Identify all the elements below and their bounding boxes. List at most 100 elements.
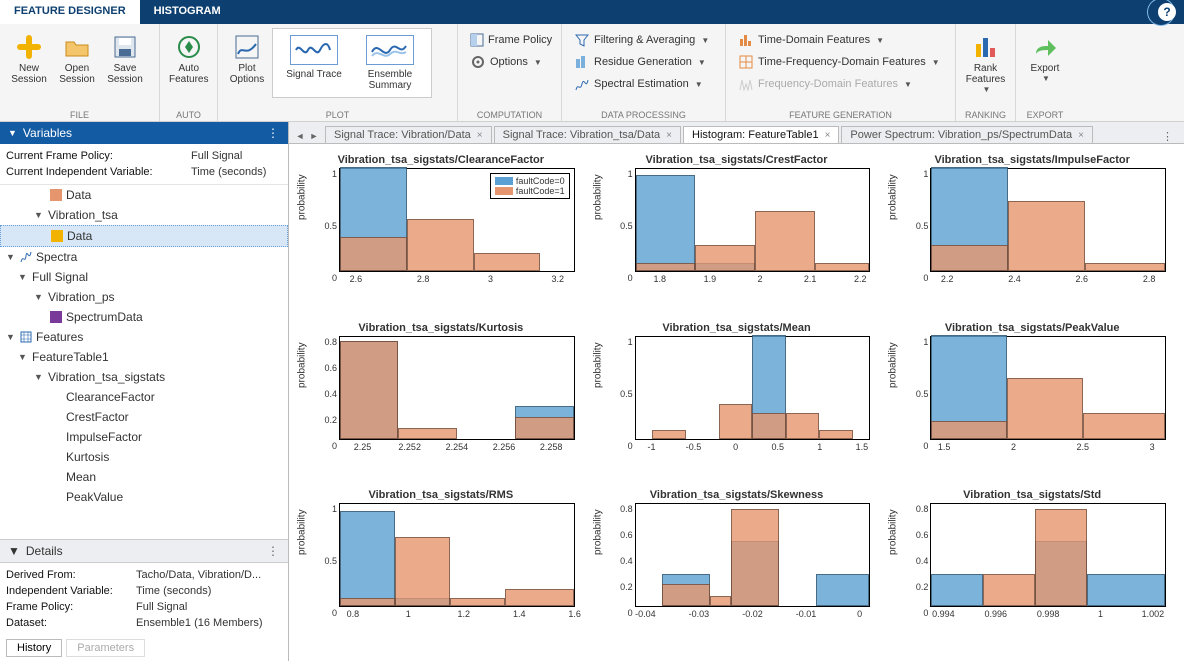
tab-next[interactable]: ►	[307, 129, 321, 143]
frame-icon	[470, 32, 484, 48]
tree-item[interactable]: ▼Full Signal	[0, 267, 288, 287]
tf-icon	[738, 54, 754, 70]
tree-item[interactable]: Kurtosis	[0, 447, 288, 467]
variables-tree[interactable]: Data ▼Vibration_tsa Data ▼Spectra ▼Full …	[0, 185, 288, 539]
rank-icon	[972, 33, 1000, 61]
tree-item[interactable]: ▼Vibration_tsa_sigstats	[0, 367, 288, 387]
tree-item[interactable]: ▼Vibration_tsa	[0, 205, 288, 225]
chevron-down-icon: ▼	[701, 36, 709, 45]
chevron-down-icon: ▼	[876, 36, 884, 45]
group-title: FILE	[0, 110, 159, 120]
close-icon[interactable]: ×	[477, 130, 483, 141]
plot-title: Vibration_tsa_sigstats/ImpulseFactor	[894, 154, 1170, 166]
close-icon[interactable]: ×	[1078, 130, 1084, 141]
signal-trace-icon	[290, 35, 338, 65]
panel-menu[interactable]: ⋮	[267, 126, 280, 140]
y-axis-label: probability	[592, 342, 603, 388]
ribbon: New Session Open Session Save Session FI…	[0, 24, 1184, 122]
axes	[339, 336, 575, 440]
details-content: Derived From:Tacho/Data, Vibration/D... …	[0, 563, 288, 635]
bar	[407, 219, 474, 271]
chevron-down-icon: ▼	[698, 58, 706, 67]
tree-item[interactable]: CrestFactor	[0, 407, 288, 427]
bar	[340, 511, 395, 607]
history-button[interactable]: History	[6, 639, 62, 657]
auto-features-button[interactable]: Auto Features	[166, 28, 211, 90]
tree-item[interactable]: Data	[0, 185, 288, 205]
plot-title: Vibration_tsa_sigstats/CrestFactor	[599, 154, 875, 166]
tree-item-selected[interactable]: Data	[0, 225, 288, 247]
export-button[interactable]: Export▼	[1022, 28, 1068, 88]
axes	[339, 503, 575, 607]
histogram-plot[interactable]: Vibration_tsa_sigstats/Skewnessprobabili…	[599, 489, 875, 651]
plot-title: Vibration_tsa_sigstats/PeakValue	[894, 322, 1170, 334]
tab-histogram[interactable]: HISTOGRAM	[140, 0, 235, 24]
histogram-plot[interactable]: Vibration_tsa_sigstats/Stdprobability00.…	[894, 489, 1170, 651]
bar	[515, 417, 573, 439]
doc-tab[interactable]: Signal Trace: Vibration/Data×	[325, 126, 492, 143]
tree-item[interactable]: ▼Vibration_ps	[0, 287, 288, 307]
close-icon[interactable]: ×	[666, 130, 672, 141]
residue-button[interactable]: Residue Generation▼	[570, 52, 717, 72]
rank-features-button[interactable]: Rank Features▼	[962, 28, 1009, 99]
tree-item[interactable]: ClearanceFactor	[0, 387, 288, 407]
plot-ensemble-summary[interactable]: Ensemble Summary	[355, 35, 425, 91]
bar	[340, 598, 395, 606]
axes	[635, 336, 871, 440]
bar	[474, 253, 541, 271]
tree-item[interactable]: ▼FeatureTable1	[0, 347, 288, 367]
histogram-plot[interactable]: Vibration_tsa_sigstats/ClearanceFactorpr…	[303, 154, 579, 316]
tree-item[interactable]: SpectrumData	[0, 307, 288, 327]
histogram-plot[interactable]: Vibration_tsa_sigstats/RMSprobability00.…	[303, 489, 579, 651]
axes	[930, 336, 1166, 440]
tree-item[interactable]: ImpulseFactor	[0, 427, 288, 447]
histogram-plot[interactable]: Vibration_tsa_sigstats/Kurtosisprobabili…	[303, 322, 579, 484]
histogram-plot[interactable]: Vibration_tsa_sigstats/ImpulseFactorprob…	[894, 154, 1170, 316]
legend: faultCode=0faultCode=1	[490, 173, 570, 199]
computation-options-button[interactable]: Options▼	[466, 52, 553, 72]
panel-menu[interactable]: ⋮	[267, 544, 280, 558]
axes	[635, 168, 871, 272]
bar	[731, 509, 779, 607]
plot-signal-trace[interactable]: Signal Trace	[279, 35, 349, 91]
tree-item[interactable]: ▼Spectra	[0, 247, 288, 267]
chevron-down-icon: ▼	[8, 544, 20, 558]
frame-policy-button[interactable]: Frame Policy	[466, 30, 553, 50]
bar	[652, 430, 685, 438]
tree-item[interactable]: Mean	[0, 467, 288, 487]
spectral-button[interactable]: Spectral Estimation▼	[570, 74, 717, 94]
variables-panel-header[interactable]: ▼Variables⋮	[0, 122, 288, 144]
tree-item[interactable]: ▼Features	[0, 327, 288, 347]
time-domain-button[interactable]: Time-Domain Features▼	[734, 30, 947, 50]
tree-item[interactable]: PeakValue	[0, 487, 288, 507]
details-panel-header[interactable]: ▼Details⋮	[0, 539, 288, 563]
histogram-plot[interactable]: Vibration_tsa_sigstats/CrestFactorprobab…	[599, 154, 875, 316]
filtering-button[interactable]: Filtering & Averaging▼	[570, 30, 717, 50]
plot-options-button[interactable]: Plot Options	[224, 28, 270, 90]
bar	[931, 574, 983, 607]
plot-title: Vibration_tsa_sigstats/Skewness	[599, 489, 875, 501]
plot-title: Vibration_tsa_sigstats/Mean	[599, 322, 875, 334]
bar	[710, 596, 731, 606]
histogram-plot[interactable]: Vibration_tsa_sigstats/PeakValueprobabil…	[894, 322, 1170, 484]
bar	[505, 589, 574, 607]
time-freq-button[interactable]: Time-Frequency-Domain Features▼	[734, 52, 947, 72]
close-icon[interactable]: ×	[825, 130, 831, 141]
tab-feature-designer[interactable]: FEATURE DESIGNER	[0, 0, 140, 24]
help-button[interactable]: ?	[1150, 0, 1184, 24]
chevron-down-icon: ▼	[983, 85, 991, 94]
bar	[931, 421, 1007, 439]
tabs-menu[interactable]: ⋮	[1152, 130, 1184, 143]
new-session-button[interactable]: New Session	[6, 28, 52, 90]
bar	[636, 263, 696, 271]
doc-tab-active[interactable]: Histogram: FeatureTable1×	[683, 126, 839, 143]
histogram-plot[interactable]: Vibration_tsa_sigstats/Meanprobability00…	[599, 322, 875, 484]
open-session-button[interactable]: Open Session	[54, 28, 100, 90]
chevron-down-icon: ▼	[534, 58, 542, 67]
doc-tab[interactable]: Power Spectrum: Vibration_ps/SpectrumDat…	[841, 126, 1093, 143]
doc-tab[interactable]: Signal Trace: Vibration_tsa/Data×	[494, 126, 681, 143]
title-bar: FEATURE DESIGNER HISTOGRAM ?	[0, 0, 1184, 24]
tab-prev[interactable]: ◄	[293, 129, 307, 143]
save-session-button[interactable]: Save Session	[102, 28, 148, 90]
bar	[340, 341, 398, 439]
